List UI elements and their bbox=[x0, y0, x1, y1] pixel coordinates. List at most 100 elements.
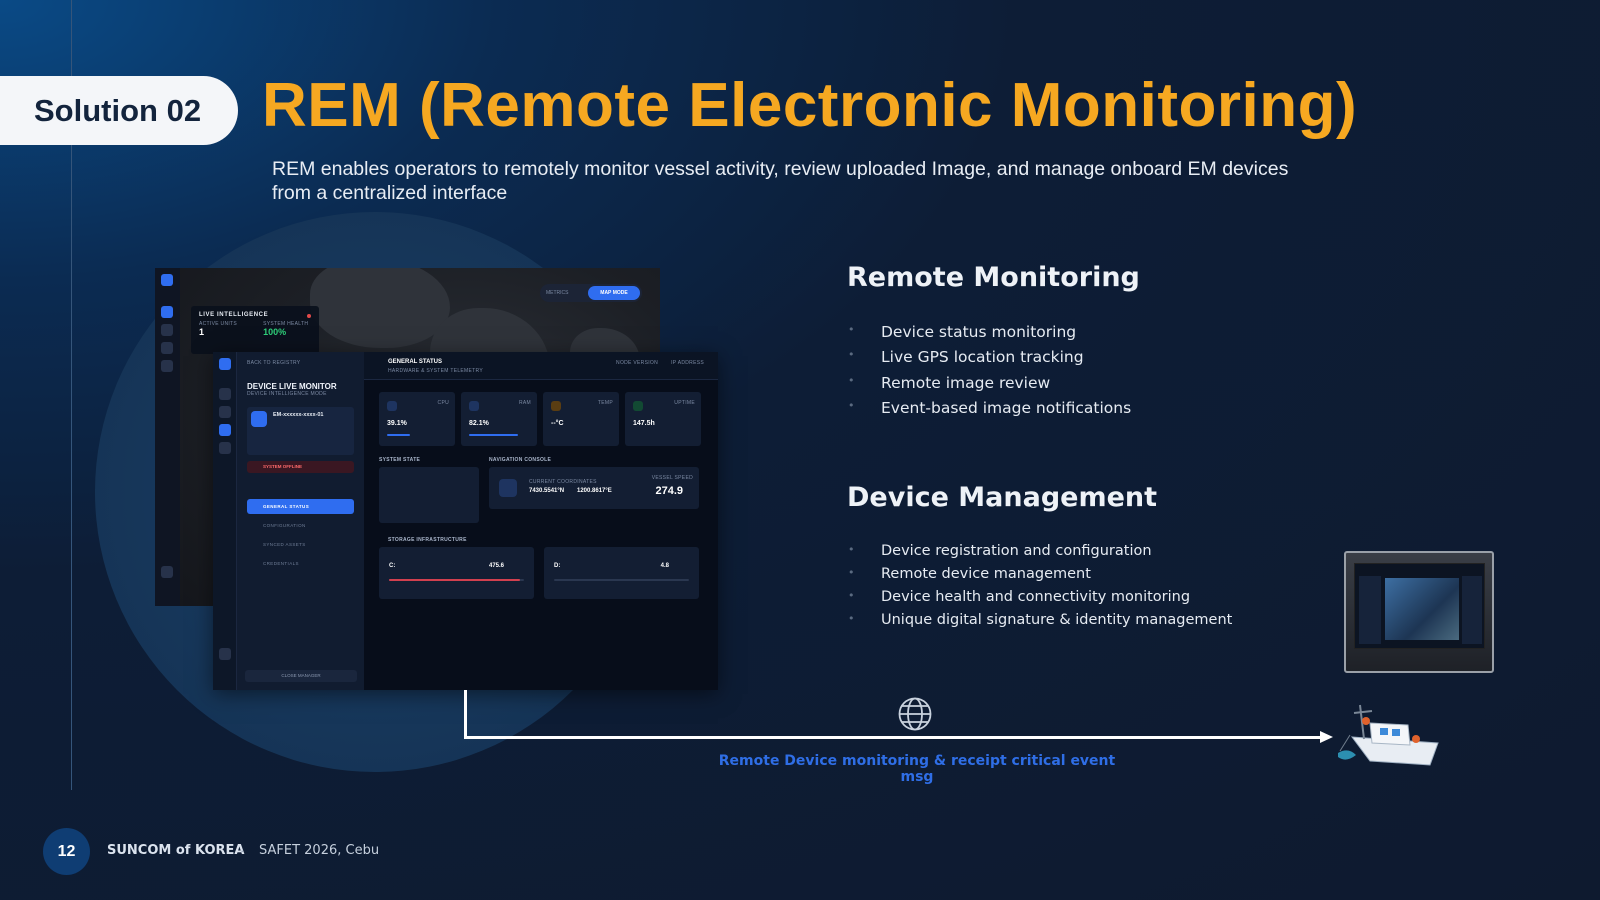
thermometer-icon bbox=[551, 401, 561, 411]
slide-subtitle: REM enables operators to remotely monito… bbox=[272, 158, 1289, 204]
list-item: Live GPS location tracking bbox=[848, 348, 1131, 373]
flow-arrow-vertical bbox=[464, 690, 467, 739]
uptime-card: UPTIME 147.5h bbox=[625, 392, 701, 446]
logo-icon bbox=[219, 358, 231, 370]
location-pin-icon bbox=[499, 479, 517, 497]
lock-icon bbox=[161, 324, 173, 336]
view-mode-toggle: METRICS MAP MODE bbox=[540, 284, 642, 302]
monitor-main: GENERAL STATUS HARDWARE & SYSTEM TELEMET… bbox=[364, 352, 718, 690]
logo-icon bbox=[161, 274, 173, 286]
active-units-value: 1 bbox=[199, 327, 205, 337]
system-state-label: SYSTEM STATE bbox=[379, 457, 421, 463]
screenshot-nav-rail bbox=[213, 352, 237, 690]
vessel-speed-label: VESSEL SPEED bbox=[651, 475, 693, 481]
user-icon bbox=[161, 566, 173, 578]
ram-icon bbox=[469, 401, 479, 411]
nav-synced-assets: SYNCED ASSETS bbox=[263, 542, 306, 547]
device-card: EM-xxxxxx-xxxx-01 bbox=[247, 407, 354, 455]
slide-title: REM (Remote Electronic Monitoring) bbox=[262, 71, 1358, 140]
globe-icon bbox=[898, 697, 932, 731]
storage-d-track bbox=[554, 579, 689, 581]
nav-configuration: CONFIGURATION bbox=[263, 523, 306, 528]
footer-org: SUNCOM of KOREA bbox=[107, 843, 245, 858]
map-mode-segment: MAP MODE bbox=[588, 286, 640, 300]
navigation-console-panel: CURRENT COORDINATES 7430.5541°N 1200.861… bbox=[489, 467, 699, 509]
storage-c-panel: C: 475.6 bbox=[379, 547, 534, 599]
cpu-value: 39.1% bbox=[387, 420, 407, 427]
remote-monitoring-heading: Remote Monitoring bbox=[847, 262, 1140, 293]
general-status-title: GENERAL STATUS bbox=[388, 359, 443, 365]
clock-icon bbox=[633, 401, 643, 411]
device-management-heading: Device Management bbox=[847, 482, 1158, 513]
longitude-value: 1200.8617°E bbox=[577, 488, 612, 494]
ram-value: 82.1% bbox=[469, 420, 489, 427]
nav-general-status: GENERAL STATUS bbox=[247, 499, 354, 514]
system-state-panel bbox=[379, 467, 479, 523]
page-number: 12 bbox=[57, 842, 76, 860]
flow-caption: Remote Device monitoring & receipt criti… bbox=[718, 753, 1116, 785]
vessel-speed-value: 274.9 bbox=[655, 485, 683, 497]
cpu-icon bbox=[387, 401, 397, 411]
device-icon bbox=[219, 424, 231, 436]
em-device-screen bbox=[1354, 563, 1485, 649]
navigation-console-label: NAVIGATION CONSOLE bbox=[489, 457, 552, 463]
list-item: Device status monitoring bbox=[848, 323, 1131, 348]
list-item: Remote device management bbox=[848, 566, 1232, 589]
monitor-title-sub: DEVICE INTELLIGENCE MODE bbox=[247, 391, 327, 397]
latitude-value: 7430.5541°N bbox=[529, 488, 565, 494]
em-screen-panel bbox=[1462, 576, 1482, 644]
cpu-label: CPU bbox=[437, 400, 449, 406]
nav-credentials: CREDENTIALS bbox=[263, 561, 299, 566]
em-screen-camera-view bbox=[1385, 578, 1459, 640]
footer-event: SAFET 2026, Cebu bbox=[259, 843, 380, 858]
storage-label: STORAGE INFRASTRUCTURE bbox=[388, 537, 467, 543]
partition-d: D: bbox=[554, 563, 561, 569]
uptime-value: 147.5h bbox=[633, 420, 655, 427]
storage-d-panel: D: 4.8 bbox=[544, 547, 699, 599]
footer-separator: · bbox=[240, 843, 245, 858]
device-monitor-screenshot: BACK TO REGISTRY DEVICE LIVE MONITOR DEV… bbox=[213, 352, 718, 690]
live-intelligence-card: LIVE INTELLIGENCE ACTIVE UNITS 1 SYSTEM … bbox=[191, 306, 319, 354]
grid-icon bbox=[161, 306, 173, 318]
em-screen-panel bbox=[1359, 576, 1381, 644]
flow-arrow-horizontal bbox=[464, 736, 1324, 739]
ip-address-label: IP ADDRESS bbox=[671, 360, 704, 366]
partition-c: C: bbox=[389, 563, 396, 569]
live-intelligence-title: LIVE INTELLIGENCE bbox=[199, 312, 269, 318]
device-management-list: Device registration and configuration Re… bbox=[848, 543, 1232, 635]
cpu-card: CPU 39.1% bbox=[379, 392, 455, 446]
list-item: Remote image review bbox=[848, 374, 1131, 399]
solution-badge: Solution 02 bbox=[0, 76, 238, 145]
monitor-title: DEVICE LIVE MONITOR bbox=[247, 382, 337, 391]
temp-label: TEMP bbox=[597, 400, 613, 406]
device-id: EM-xxxxxx-xxxx-01 bbox=[273, 412, 324, 418]
monitor-sidebar: BACK TO REGISTRY DEVICE LIVE MONITOR DEV… bbox=[237, 352, 364, 690]
page-number-badge: 12 bbox=[43, 828, 90, 875]
back-to-registry-link: BACK TO REGISTRY bbox=[247, 360, 301, 366]
metrics-segment: METRICS bbox=[546, 290, 569, 296]
storage-c-bar bbox=[389, 579, 520, 581]
list-item: Device registration and configuration bbox=[848, 543, 1232, 566]
shield-icon bbox=[161, 360, 173, 372]
screenshot-nav-rail bbox=[155, 268, 180, 606]
remote-monitoring-list: Device status monitoring Live GPS locati… bbox=[848, 323, 1131, 425]
capacity-c: 475.6 bbox=[488, 563, 504, 569]
general-status-sub: HARDWARE & SYSTEM TELEMETRY bbox=[388, 368, 483, 374]
monitor-header: GENERAL STATUS HARDWARE & SYSTEM TELEMET… bbox=[364, 352, 718, 380]
coordinates-label: CURRENT COORDINATES bbox=[529, 479, 597, 485]
em-device-image bbox=[1344, 551, 1494, 673]
active-units-label: ACTIVE UNITS bbox=[199, 321, 238, 327]
status-badge: SYSTEM OFFLINE bbox=[247, 461, 354, 473]
shield-icon bbox=[219, 442, 231, 454]
ram-bar bbox=[469, 434, 518, 436]
alert-dot-icon bbox=[307, 314, 311, 318]
close-manager-button: CLOSE MANAGER bbox=[245, 670, 357, 682]
device-chip-icon bbox=[251, 411, 267, 427]
list-item: Unique digital signature & identity mana… bbox=[848, 612, 1232, 635]
ram-card: RAM 82.1% bbox=[461, 392, 537, 446]
user-icon bbox=[219, 648, 231, 660]
ram-label: RAM bbox=[518, 400, 531, 406]
grid-icon bbox=[219, 388, 231, 400]
uptime-label: UPTIME bbox=[674, 400, 695, 406]
cpu-bar bbox=[387, 434, 410, 436]
